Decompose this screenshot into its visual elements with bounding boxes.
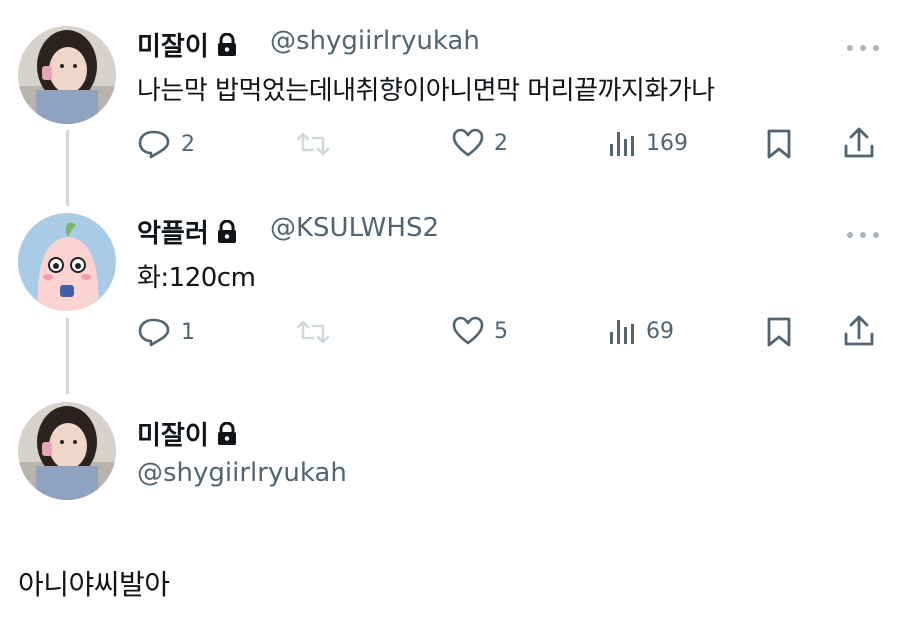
share-icon — [844, 315, 874, 346]
tweet-text: 화:120cm — [137, 263, 256, 293]
reply-button[interactable]: 2 — [137, 128, 195, 160]
lock-icon — [217, 421, 237, 453]
like-icon — [452, 128, 484, 157]
tweet-text: 아니야씨발아 — [18, 568, 170, 601]
display-name[interactable]: 미잘이 — [137, 415, 237, 453]
handle[interactable]: @shygiirlryukah — [137, 458, 347, 488]
views-icon — [610, 320, 634, 344]
lock-icon — [217, 32, 237, 64]
more-icon[interactable] — [845, 38, 881, 51]
handle[interactable]: @shygiirlryukah — [270, 26, 480, 56]
bookmark-button[interactable] — [766, 316, 792, 352]
tweet-text: 나는막 밥먹었는데내취향이아니면막 머리끝까지화가나 — [137, 76, 715, 106]
bookmark-button[interactable] — [766, 128, 792, 164]
avatar[interactable] — [18, 213, 116, 311]
like-count: 2 — [494, 130, 508, 156]
share-button[interactable] — [843, 314, 875, 352]
like-button[interactable]: 2 — [452, 128, 508, 158]
reply-count: 2 — [181, 131, 195, 157]
display-name[interactable]: 악플러 — [137, 213, 237, 251]
more-icon[interactable] — [845, 225, 881, 238]
display-name[interactable]: 미잘이 — [137, 26, 237, 64]
thread-line — [66, 130, 69, 206]
views-button[interactable]: 169 — [608, 128, 688, 158]
views-button[interactable]: 69 — [608, 316, 674, 346]
view-count: 69 — [646, 318, 674, 344]
like-button[interactable]: 5 — [452, 316, 508, 346]
thread-line — [66, 318, 69, 394]
retweet-icon — [296, 132, 330, 156]
like-count: 5 — [494, 318, 508, 344]
share-icon — [844, 127, 874, 158]
like-icon — [452, 316, 484, 345]
reply-icon — [138, 318, 170, 347]
handle[interactable]: @KSULWHS2 — [270, 213, 439, 243]
share-button[interactable] — [843, 126, 875, 164]
lock-icon — [217, 219, 237, 251]
bookmark-icon — [767, 317, 791, 347]
reply-count: 1 — [181, 319, 195, 345]
bookmark-icon — [767, 129, 791, 159]
views-icon — [610, 132, 634, 156]
avatar[interactable] — [18, 402, 116, 500]
retweet-button[interactable] — [296, 318, 330, 350]
reply-button[interactable]: 1 — [137, 316, 195, 348]
avatar[interactable] — [18, 26, 116, 124]
reply-icon — [138, 130, 170, 159]
view-count: 169 — [646, 130, 688, 156]
retweet-icon — [296, 320, 330, 344]
retweet-button[interactable] — [296, 130, 330, 162]
